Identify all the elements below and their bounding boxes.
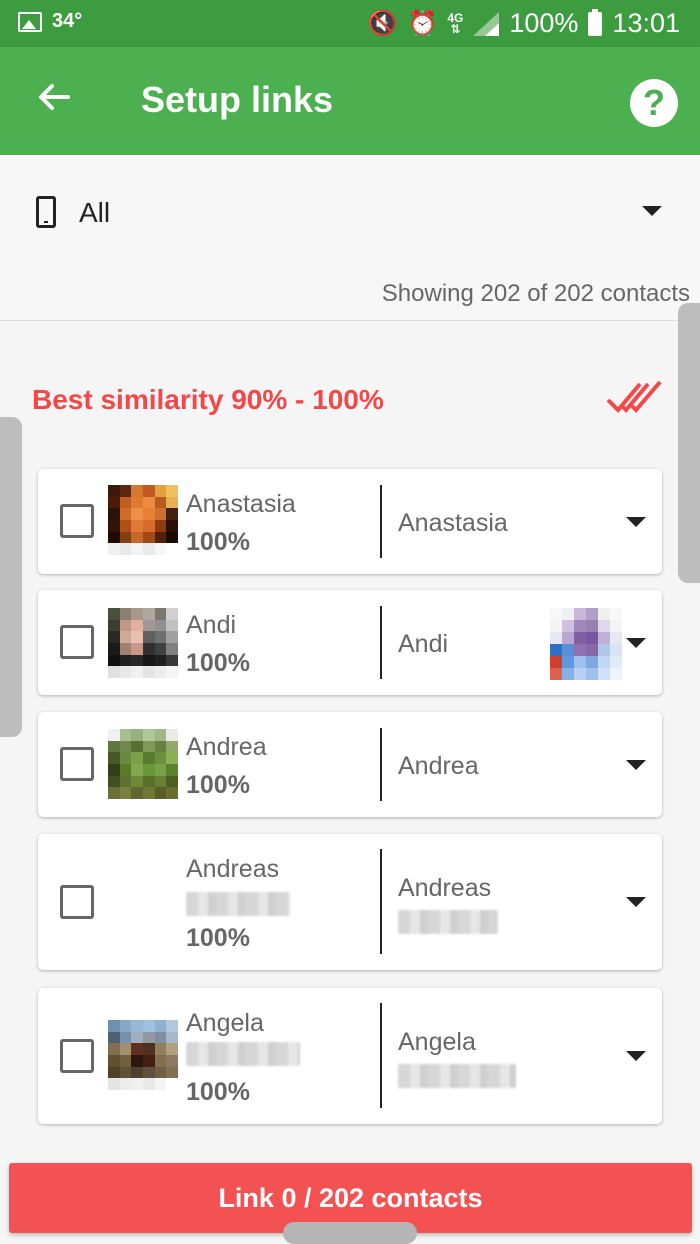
filter-select[interactable]: All — [79, 197, 110, 229]
select-all-icon[interactable] — [606, 378, 662, 418]
contact-checkbox[interactable] — [60, 504, 94, 538]
signal-icon — [473, 11, 500, 36]
matched-surname-redacted — [398, 910, 498, 934]
matched-contact-avatar — [550, 608, 622, 680]
scrollbar-thumb[interactable] — [678, 303, 700, 583]
contact-avatar — [108, 1020, 178, 1090]
contact-card[interactable]: Andreas 100% Andreas — [38, 834, 662, 970]
contact-checkbox[interactable] — [60, 1039, 94, 1073]
gesture-navigation-handle[interactable] — [283, 1222, 417, 1244]
match-dropdown-icon[interactable] — [626, 1051, 646, 1061]
contact-surname-redacted — [186, 1042, 300, 1066]
matched-contact-name[interactable]: Andreas — [398, 874, 491, 903]
contact-card[interactable]: Andi 100% Andi — [38, 590, 662, 695]
match-dropdown-icon[interactable] — [626, 760, 646, 770]
gallery-notification-icon — [18, 11, 42, 32]
contact-name: Andrea — [186, 733, 267, 761]
battery-icon — [588, 8, 603, 36]
page-title: Setup links — [141, 79, 334, 120]
matched-contact-name[interactable]: Andrea — [398, 752, 479, 781]
contact-card[interactable]: Anastasia 100% Anastasia — [38, 469, 662, 574]
matched-surname-redacted — [398, 1064, 516, 1088]
status-bar: 34° 🔇 ⏰ 4G ⇅ 100% 13:01 — [0, 0, 700, 47]
contact-checkbox[interactable] — [60, 625, 94, 659]
matched-contact-name[interactable]: Anastasia — [398, 509, 508, 538]
card-divider — [380, 849, 382, 954]
account-filter: All Showing 202 of 202 contacts — [0, 155, 700, 321]
section-title: Best similarity 90% - 100% — [32, 384, 384, 415]
similarity-percent: 100% — [186, 649, 250, 677]
clock: 13:01 — [612, 8, 680, 38]
fast-scroll-handle[interactable] — [0, 417, 22, 737]
contact-avatar — [108, 729, 178, 799]
card-divider — [380, 728, 382, 801]
contact-checkbox[interactable] — [60, 747, 94, 781]
similarity-percent: 100% — [186, 1078, 250, 1106]
match-dropdown-icon[interactable] — [626, 638, 646, 648]
contact-name: Angela — [186, 1009, 264, 1037]
match-dropdown-icon[interactable] — [626, 897, 646, 907]
temperature-text: 34° — [52, 10, 83, 32]
dropdown-arrow-icon[interactable] — [642, 206, 662, 216]
similarity-percent: 100% — [186, 924, 250, 952]
contacts-count-text: Showing 202 of 202 contacts — [381, 280, 690, 307]
matched-contact-name[interactable]: Andi — [398, 630, 448, 659]
help-icon[interactable]: ? — [630, 79, 678, 127]
contact-name: Andi — [186, 611, 237, 639]
contact-card[interactable]: Angela 100% Angela — [38, 988, 662, 1124]
similarity-percent: 100% — [186, 771, 250, 799]
back-arrow-icon[interactable] — [30, 77, 78, 125]
contact-avatar — [108, 608, 178, 678]
contact-card[interactable]: Andrea 100% Andrea — [38, 712, 662, 817]
card-divider — [380, 485, 382, 558]
card-divider — [380, 1003, 382, 1108]
phone-icon — [36, 196, 56, 228]
similarity-percent: 100% — [186, 528, 250, 556]
app-bar: Setup links ? — [0, 47, 700, 155]
matched-contact-name[interactable]: Angela — [398, 1028, 476, 1057]
match-dropdown-icon[interactable] — [626, 517, 646, 527]
contact-name: Andreas — [186, 855, 280, 883]
card-divider — [380, 606, 382, 679]
contact-name: Anastasia — [186, 490, 296, 518]
alarm-icon: ⏰ — [407, 10, 438, 37]
network-type: 4G ⇅ — [447, 10, 464, 36]
battery-percent: 100% — [509, 8, 579, 38]
contact-surname-redacted — [186, 892, 290, 916]
mute-icon: 🔇 — [367, 10, 398, 37]
contact-avatar — [108, 485, 178, 555]
contact-checkbox[interactable] — [60, 885, 94, 919]
